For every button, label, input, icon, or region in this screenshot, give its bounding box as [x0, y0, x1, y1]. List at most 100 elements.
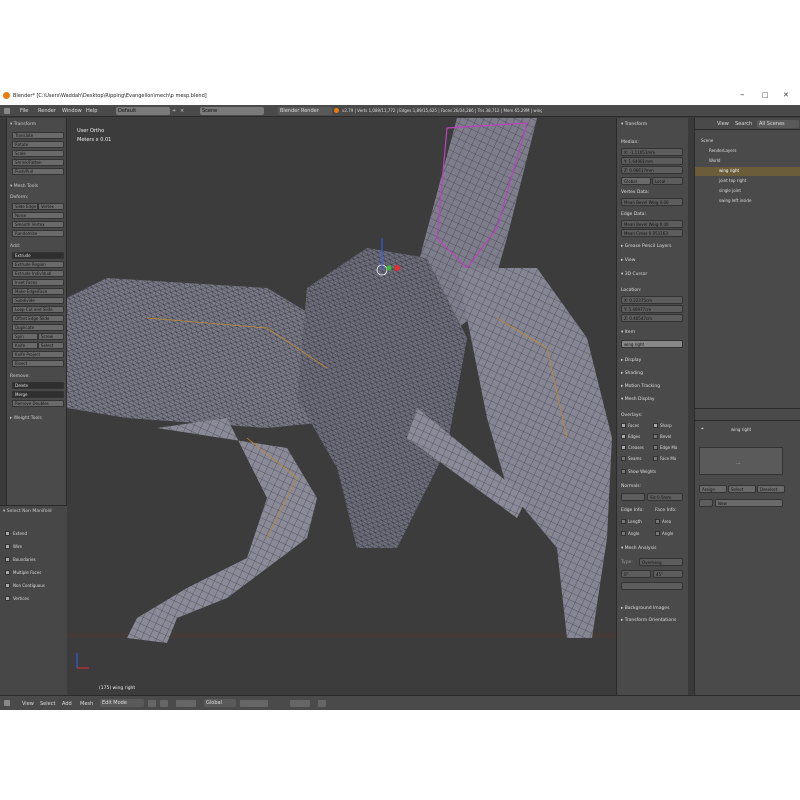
transform-panel-header[interactable]: ▾ Transform: [10, 122, 36, 127]
merge-button[interactable]: Merge: [12, 391, 64, 398]
scene-selector[interactable]: Scene: [200, 107, 264, 115]
layout-selector[interactable]: Default: [116, 107, 170, 115]
range-min-field[interactable]: 0°: [621, 570, 651, 578]
slide-edge-button[interactable]: Slide Edge: [12, 203, 38, 210]
3d-viewport[interactable]: User Ortho Meters x 0.01 (175) wing righ…: [67, 118, 616, 695]
pivot-selector[interactable]: [160, 700, 168, 707]
randomize-button[interactable]: Randomize: [12, 230, 64, 237]
seams-checkbox[interactable]: [621, 456, 626, 461]
select-mode-buttons[interactable]: [240, 700, 268, 707]
cursor-z-field[interactable]: Z: 0.40547cm: [621, 314, 683, 322]
vertex-groups-list[interactable]: ...: [699, 447, 783, 475]
show-weights-checkbox[interactable]: [621, 469, 626, 474]
grease-pencil-header[interactable]: ▸ Grease Pencil Layers: [621, 244, 671, 249]
outliner-view-menu[interactable]: View: [717, 121, 729, 127]
edge-length-checkbox[interactable]: [621, 519, 626, 524]
menu-add[interactable]: Add: [62, 701, 72, 707]
shading-selector[interactable]: [148, 700, 156, 707]
menu-select[interactable]: Select: [40, 701, 55, 707]
background-images-header[interactable]: ▸ Background Images: [621, 606, 669, 611]
deselect-button[interactable]: Deselect: [757, 485, 785, 493]
properties-tabs[interactable]: [695, 409, 800, 421]
spin-button[interactable]: Spin: [12, 333, 38, 340]
shading-header[interactable]: ▸ Shading: [621, 371, 643, 376]
outliner-wing-right[interactable]: wing right: [719, 168, 739, 173]
transform-header[interactable]: ▾ Transform: [621, 122, 647, 127]
bevel-checkbox[interactable]: [653, 434, 658, 439]
inset-faces-button[interactable]: Inset Faces: [12, 279, 64, 286]
normals-display-toggles[interactable]: [621, 493, 645, 501]
extrude-button[interactable]: Extrude: [12, 252, 64, 259]
remove-layout-icon[interactable]: ×: [180, 108, 184, 114]
menu-file[interactable]: File: [20, 108, 28, 114]
range-max-field[interactable]: 45°: [653, 570, 683, 578]
editor-type-icon[interactable]: [4, 108, 10, 114]
global-toggle[interactable]: Global: [621, 177, 651, 185]
face-angle-checkbox[interactable]: [655, 531, 660, 536]
scale-button[interactable]: Scale: [12, 150, 64, 157]
orientation-selector[interactable]: Global: [204, 699, 236, 707]
snap-toggle[interactable]: [318, 700, 326, 707]
median-y-field[interactable]: Y: 1.64001mm: [621, 157, 683, 165]
cursor-y-field[interactable]: Y: 5.40977cm: [621, 305, 683, 313]
motion-tracking-header[interactable]: ▸ Motion Tracking: [621, 384, 660, 389]
transform-orientations-header[interactable]: ▸ Transform Orientations: [621, 618, 676, 623]
delete-button[interactable]: Delete: [12, 382, 64, 389]
loop-cut-button[interactable]: Loop Cut and Slide: [12, 306, 64, 313]
select-button[interactable]: Select: [728, 485, 756, 493]
outliner-joint-top-right[interactable]: joint top right: [719, 178, 746, 183]
menu-help[interactable]: Help: [86, 108, 97, 114]
close-button[interactable]: ✕: [783, 91, 789, 99]
creases-checkbox[interactable]: [621, 445, 626, 450]
face-area-checkbox[interactable]: [655, 519, 660, 524]
menu-render[interactable]: Render: [38, 108, 56, 114]
normals-size-field[interactable]: Siz 0.5mm: [647, 493, 683, 501]
subdivide-button[interactable]: Subdivide: [12, 297, 64, 304]
local-toggle[interactable]: Local: [652, 177, 683, 185]
outliner-world[interactable]: World: [709, 158, 720, 163]
push-pull-button[interactable]: Push/Pull: [12, 168, 64, 175]
make-edge-face-button[interactable]: Make Edge/Face: [12, 288, 64, 295]
outliner-single-joint[interactable]: single joint: [719, 188, 741, 193]
axis-selector[interactable]: [621, 582, 683, 590]
assign-button[interactable]: Assign: [699, 485, 727, 493]
3d-cursor-header[interactable]: ▾ 3D Cursor: [621, 272, 647, 277]
mean-bevel-weight-vertex[interactable]: Mean Bevel Weig 0.00: [621, 198, 683, 206]
pin-icon[interactable]: ⌖: [701, 426, 704, 432]
edge-marks-checkbox[interactable]: [653, 445, 658, 450]
render-engine-selector[interactable]: Blender Render: [278, 107, 332, 115]
outliner-scene[interactable]: Scene: [701, 138, 713, 143]
extrude-individual-button[interactable]: Extrude Individual: [12, 270, 64, 277]
offset-edge-slide-button[interactable]: Offset Edge Slide: [12, 315, 64, 322]
mech-wireframe-model[interactable]: [67, 118, 616, 695]
boundaries-checkbox[interactable]: [5, 557, 10, 562]
outliner-filter-selector[interactable]: All Scenes: [757, 120, 799, 128]
noise-button[interactable]: Noise: [12, 212, 64, 219]
new-button[interactable]: New: [715, 499, 783, 507]
edge-angle-checkbox[interactable]: [621, 531, 626, 536]
outliner-search-menu[interactable]: Search: [735, 121, 752, 127]
minimize-button[interactable]: –: [740, 90, 745, 100]
translate-button[interactable]: Translate: [12, 132, 64, 139]
knife-button[interactable]: Knife: [12, 342, 38, 349]
view-header[interactable]: ▸ View: [621, 258, 635, 263]
face-marks-checkbox[interactable]: [653, 456, 658, 461]
analysis-type-selector[interactable]: Overhang: [639, 558, 683, 566]
bisect-button[interactable]: Bisect: [12, 360, 64, 367]
vertex-button[interactable]: Vertex: [38, 203, 64, 210]
mean-crease-field[interactable]: Mean Creas 0.051163: [621, 229, 683, 237]
vertices-checkbox[interactable]: [5, 596, 10, 601]
faces-checkbox[interactable]: [621, 423, 626, 428]
shape-key-toggle[interactable]: [699, 499, 713, 507]
item-name-field[interactable]: wing right: [621, 340, 683, 348]
weight-tools-header[interactable]: ▸ Weight Tools: [10, 416, 42, 421]
rotate-button[interactable]: Rotate: [12, 141, 64, 148]
add-layout-icon[interactable]: +: [172, 108, 176, 114]
median-x-field[interactable]: X: -1.11051mm: [621, 148, 683, 156]
viewport-editor-type-icon[interactable]: [4, 700, 10, 706]
screw-button[interactable]: Screw: [38, 333, 64, 340]
duplicate-button[interactable]: Duplicate: [12, 324, 64, 331]
mean-bevel-weight-edge[interactable]: Mean Bevel Weig 0.00: [621, 220, 683, 228]
outliner-renderlayers[interactable]: RenderLayers: [709, 148, 736, 153]
cursor-x-field[interactable]: X: 0.22375cm: [621, 296, 683, 304]
